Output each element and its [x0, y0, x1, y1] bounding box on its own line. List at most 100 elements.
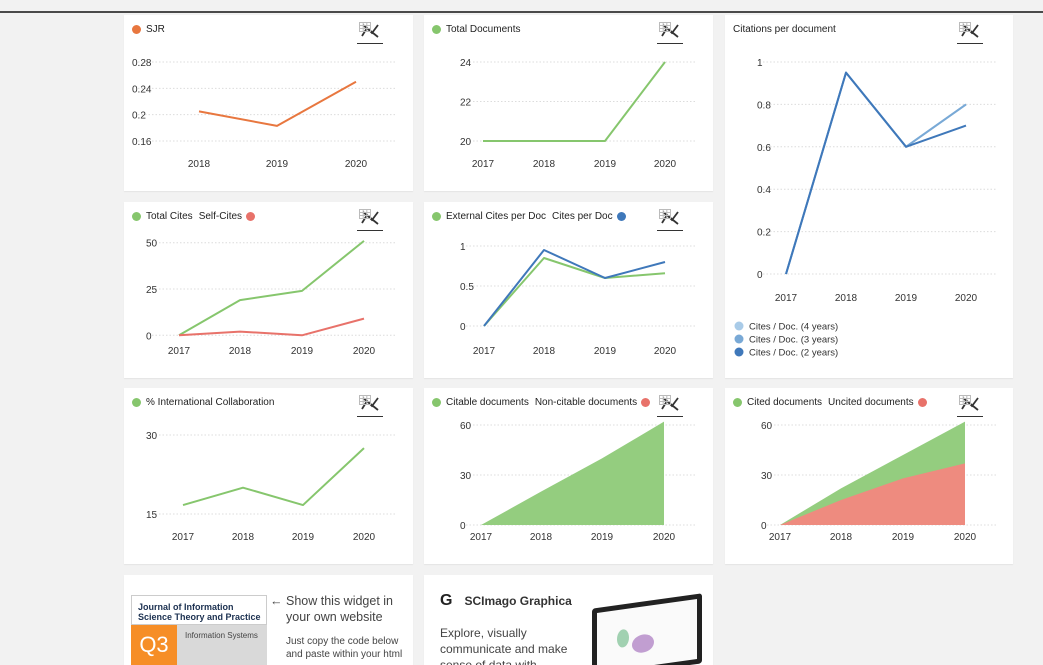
x-tick-label: 2019 — [892, 532, 915, 543]
line-series[interactable] — [483, 249, 666, 327]
line-series[interactable] — [785, 71, 967, 275]
x-tick-label: 2020 — [345, 159, 368, 170]
y-tick-label: 0.2 — [132, 111, 146, 122]
y-tick-label: 60 — [761, 421, 773, 432]
chart-card-sjr: SJR 0.28 0.24 0.2 0.16 2018 2019 2020 — [124, 15, 413, 191]
y-tick-label: 25 — [146, 285, 158, 296]
line-series[interactable] — [785, 71, 967, 275]
y-tick-label: 0.5 — [460, 282, 474, 293]
chart-svg: 0.28 0.24 0.2 0.16 2018 2019 2020 — [132, 58, 396, 170]
sjr-journal-badge[interactable]: Journal of Information Science Theory an… — [131, 595, 267, 665]
legend-label[interactable]: Cites / Doc. (4 years) — [749, 322, 838, 333]
x-tick-label: 2020 — [353, 346, 376, 357]
y-tick-label: 0.6 — [757, 143, 771, 154]
chart-card-total-cites: Total Cites Self-Cites 50 25 0 2017 2018 2019 20… — [124, 202, 413, 378]
x-tick-label: 2017 — [473, 346, 496, 357]
x-tick-label: 2018 — [229, 346, 252, 357]
top-border — [0, 11, 1043, 13]
widget-card: Journal of Information Science Theory an… — [124, 575, 413, 665]
x-tick-label: 2019 — [266, 159, 289, 170]
category-label: Information Systems — [185, 631, 258, 640]
y-tick-label: 30 — [460, 471, 472, 482]
legend-label[interactable]: Cites / Doc. (2 years) — [749, 348, 838, 359]
chart-svg: 1 0.5 0 2017 2018 2019 2020 — [460, 242, 696, 357]
chart-svg: 50 25 0 2017 2018 2019 2020 — [146, 239, 396, 357]
chart-svg: 24 22 202017 2018 2019 2020 — [460, 58, 696, 170]
x-tick-label: 2020 — [654, 346, 677, 357]
chart-svg: 60 30 0 2017 2018 2019 2020 — [460, 421, 696, 543]
chart-card-total-documents: Total Documents 24 22 20 2017 2018 2019 2020 — [424, 15, 713, 191]
x-tick-label: 2018 — [835, 293, 858, 304]
x-tick-label: 2019 — [594, 159, 617, 170]
y-tick-label: 15 — [146, 510, 158, 521]
y-tick-label: 20 — [460, 137, 472, 148]
chart-card-international-collaboration: % International Collaboration 30 15 2017 201… — [124, 388, 413, 564]
legend-dot — [734, 334, 744, 344]
line-series[interactable] — [182, 447, 365, 507]
x-tick-label: 2018 — [530, 532, 553, 543]
x-tick-label: 2017 — [472, 159, 495, 170]
y-tick-label: 1 — [460, 242, 466, 253]
y-tick-label: 0 — [757, 270, 763, 281]
x-tick-label: 2017 — [470, 532, 493, 543]
chart-card-external-cites: External Cites per Doc Cites per Doc 1 0.5 0… — [424, 202, 713, 378]
line-series[interactable] — [178, 317, 365, 337]
share-widget-text: ← Show this widget in your own website J… — [270, 593, 404, 661]
y-tick-label: 0 — [460, 322, 466, 333]
x-tick-label: 2019 — [895, 293, 918, 304]
share-title: Show this widget in your own website — [286, 594, 394, 624]
chart-svg: 603002017 2018 2019 2020 — [761, 421, 997, 543]
arrow-left-icon: ← — [270, 594, 283, 608]
x-tick-label: 2018 — [533, 346, 556, 357]
y-tick-label: 0 — [460, 521, 466, 532]
x-tick-label: 2017 — [775, 293, 798, 304]
y-tick-label: 0.24 — [132, 84, 152, 95]
y-tick-label: 30 — [146, 431, 158, 442]
chart-card-citable-documents: Citable documents Non-citable documents 60… — [424, 388, 713, 564]
monitor-illustration — [592, 593, 702, 665]
chart-svg: 30 15 2017 2018 2019 2020 — [146, 431, 396, 543]
x-tick-label: 2020 — [654, 159, 677, 170]
x-tick-label: 2019 — [291, 346, 314, 357]
legend-dot — [734, 347, 744, 357]
x-tick-label: 2018 — [533, 159, 556, 170]
x-tick-label: 2020 — [955, 293, 978, 304]
graphica-title: SCImago Graphica — [464, 594, 572, 608]
graphica-card[interactable]: G SCImago Graphica Explore, visually com… — [424, 575, 713, 665]
x-tick-label: 2018 — [188, 159, 211, 170]
legend-label[interactable]: Cites / Doc. (3 years) — [749, 335, 838, 346]
journal-title: Journal of Information Science Theory an… — [138, 602, 261, 622]
area-series[interactable] — [481, 421, 664, 525]
y-tick-label: 60 — [460, 421, 472, 432]
x-tick-label: 2019 — [292, 532, 315, 543]
x-tick-label: 2019 — [594, 346, 617, 357]
x-tick-label: 2018 — [830, 532, 853, 543]
x-tick-label: 2018 — [232, 532, 255, 543]
legend-dot — [734, 321, 744, 331]
y-tick-label: 0 — [146, 331, 152, 342]
share-instructions: Just copy the code below and paste withi… — [286, 636, 403, 660]
y-tick-label: 0.2 — [757, 228, 771, 239]
y-tick-label: 0.28 — [132, 58, 152, 69]
y-tick-label: 0 — [761, 521, 767, 532]
y-tick-label: 50 — [146, 239, 158, 250]
y-tick-label: 0.8 — [757, 100, 771, 111]
y-tick-label: 22 — [460, 98, 472, 109]
x-tick-label: 2017 — [168, 346, 191, 357]
y-tick-label: 0.4 — [757, 185, 771, 196]
line-series[interactable] — [785, 71, 967, 275]
graphica-logo-icon: G — [440, 592, 453, 609]
y-tick-label: 30 — [761, 471, 773, 482]
x-tick-label: 2019 — [591, 532, 614, 543]
chart-svg: 1 0.8 0.6 0.4 0.2 0 2017 2018 2019 2020 Cites / Do… — [734, 58, 997, 359]
y-tick-label: 1 — [757, 58, 763, 69]
x-tick-label: 2017 — [769, 532, 792, 543]
y-tick-label: 24 — [460, 58, 472, 69]
chart-card-cited-documents: Cited documents Uncited documents 60 30 0 201… — [725, 388, 1013, 564]
line-series[interactable] — [178, 240, 365, 337]
graphica-description: Explore, visually communicate and make s… — [440, 626, 568, 665]
chart-card-citations-per-document: Citations per document 1 0.8 0.6 0.4 0.2 0 2017… — [725, 15, 1013, 378]
y-tick-label: 0.16 — [132, 137, 152, 148]
x-tick-label: 2020 — [653, 532, 676, 543]
x-tick-label: 2017 — [172, 532, 195, 543]
